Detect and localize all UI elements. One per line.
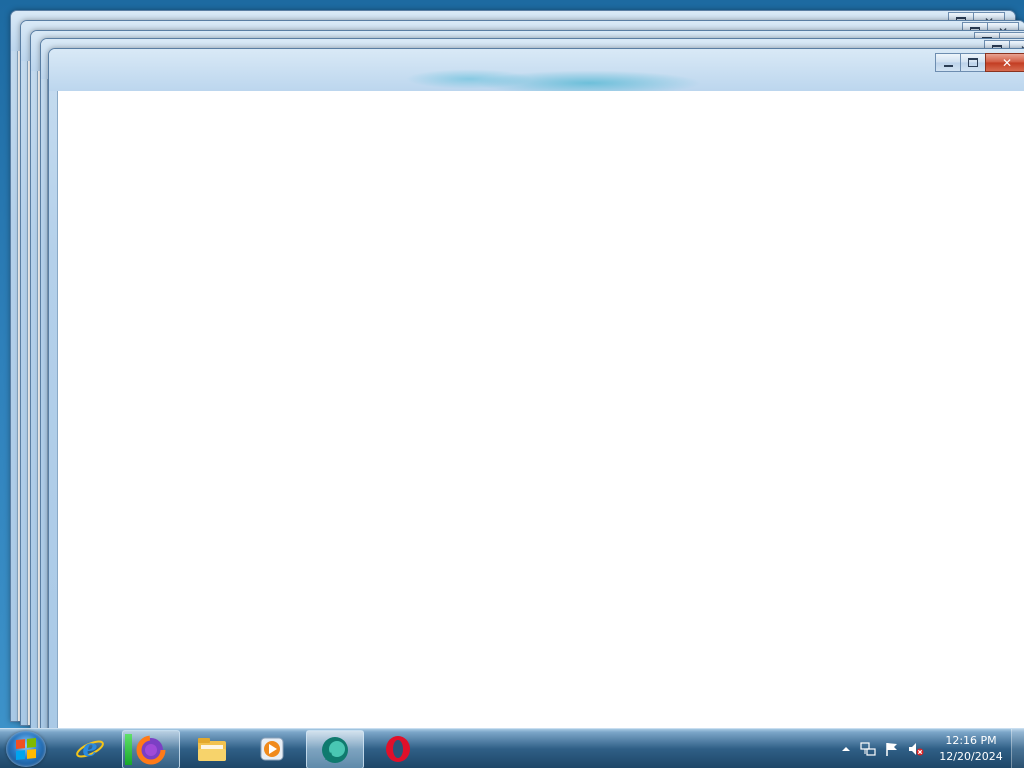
main-window[interactable]: ✕ — [48, 48, 1024, 728]
close-icon: ✕ — [1001, 55, 1013, 70]
volume-button[interactable] — [908, 741, 924, 757]
media-player-icon — [260, 737, 284, 760]
clock-time: 12:16 PM — [945, 734, 997, 747]
window-content — [57, 91, 1024, 728]
close-button[interactable]: ✕ — [985, 53, 1024, 72]
minimize-icon — [943, 64, 953, 67]
chevron-up-icon — [842, 747, 850, 751]
window-titlebar[interactable] — [49, 49, 1024, 91]
system-tray: 12:16 PM 12/20/2024 — [834, 729, 1024, 768]
taskbar-media-player[interactable] — [244, 730, 300, 767]
windows-start-icon — [16, 737, 36, 761]
show-desktop-button[interactable] — [1011, 729, 1024, 768]
taskbar-file-explorer[interactable] — [184, 730, 240, 767]
taskbar-app-green[interactable] — [306, 730, 364, 768]
network-button[interactable] — [860, 741, 876, 757]
svg-text:e: e — [82, 734, 97, 762]
show-hidden-icons-button[interactable] — [838, 741, 854, 757]
file-explorer-icon — [198, 737, 226, 761]
desktop: ✕ ✕ ✕ ✕ ✕ — [0, 0, 1024, 728]
action-center-button[interactable] — [884, 741, 900, 757]
taskbar-firefox[interactable] — [122, 730, 180, 768]
taskbar-opera[interactable] — [370, 730, 426, 767]
firefox-icon — [136, 735, 166, 764]
taskbar-internet-explorer[interactable]: e — [62, 730, 118, 767]
start-button[interactable] — [6, 731, 46, 767]
progress-indicator — [125, 734, 132, 765]
taskbar: e 12:16 PM 12/20/2024 — [0, 728, 1024, 768]
minimize-button[interactable] — [935, 53, 961, 72]
clock-date: 12/20/2024 — [939, 750, 1003, 763]
volume-muted-icon — [909, 743, 924, 756]
maximize-button[interactable] — [960, 53, 986, 72]
maximize-icon — [968, 58, 978, 67]
network-icon — [860, 742, 876, 756]
opera-icon — [386, 735, 410, 762]
internet-explorer-icon: e — [76, 734, 104, 762]
clock[interactable]: 12:16 PM 12/20/2024 — [938, 733, 1004, 765]
app-green-icon — [322, 736, 348, 763]
flag-icon — [886, 743, 897, 756]
